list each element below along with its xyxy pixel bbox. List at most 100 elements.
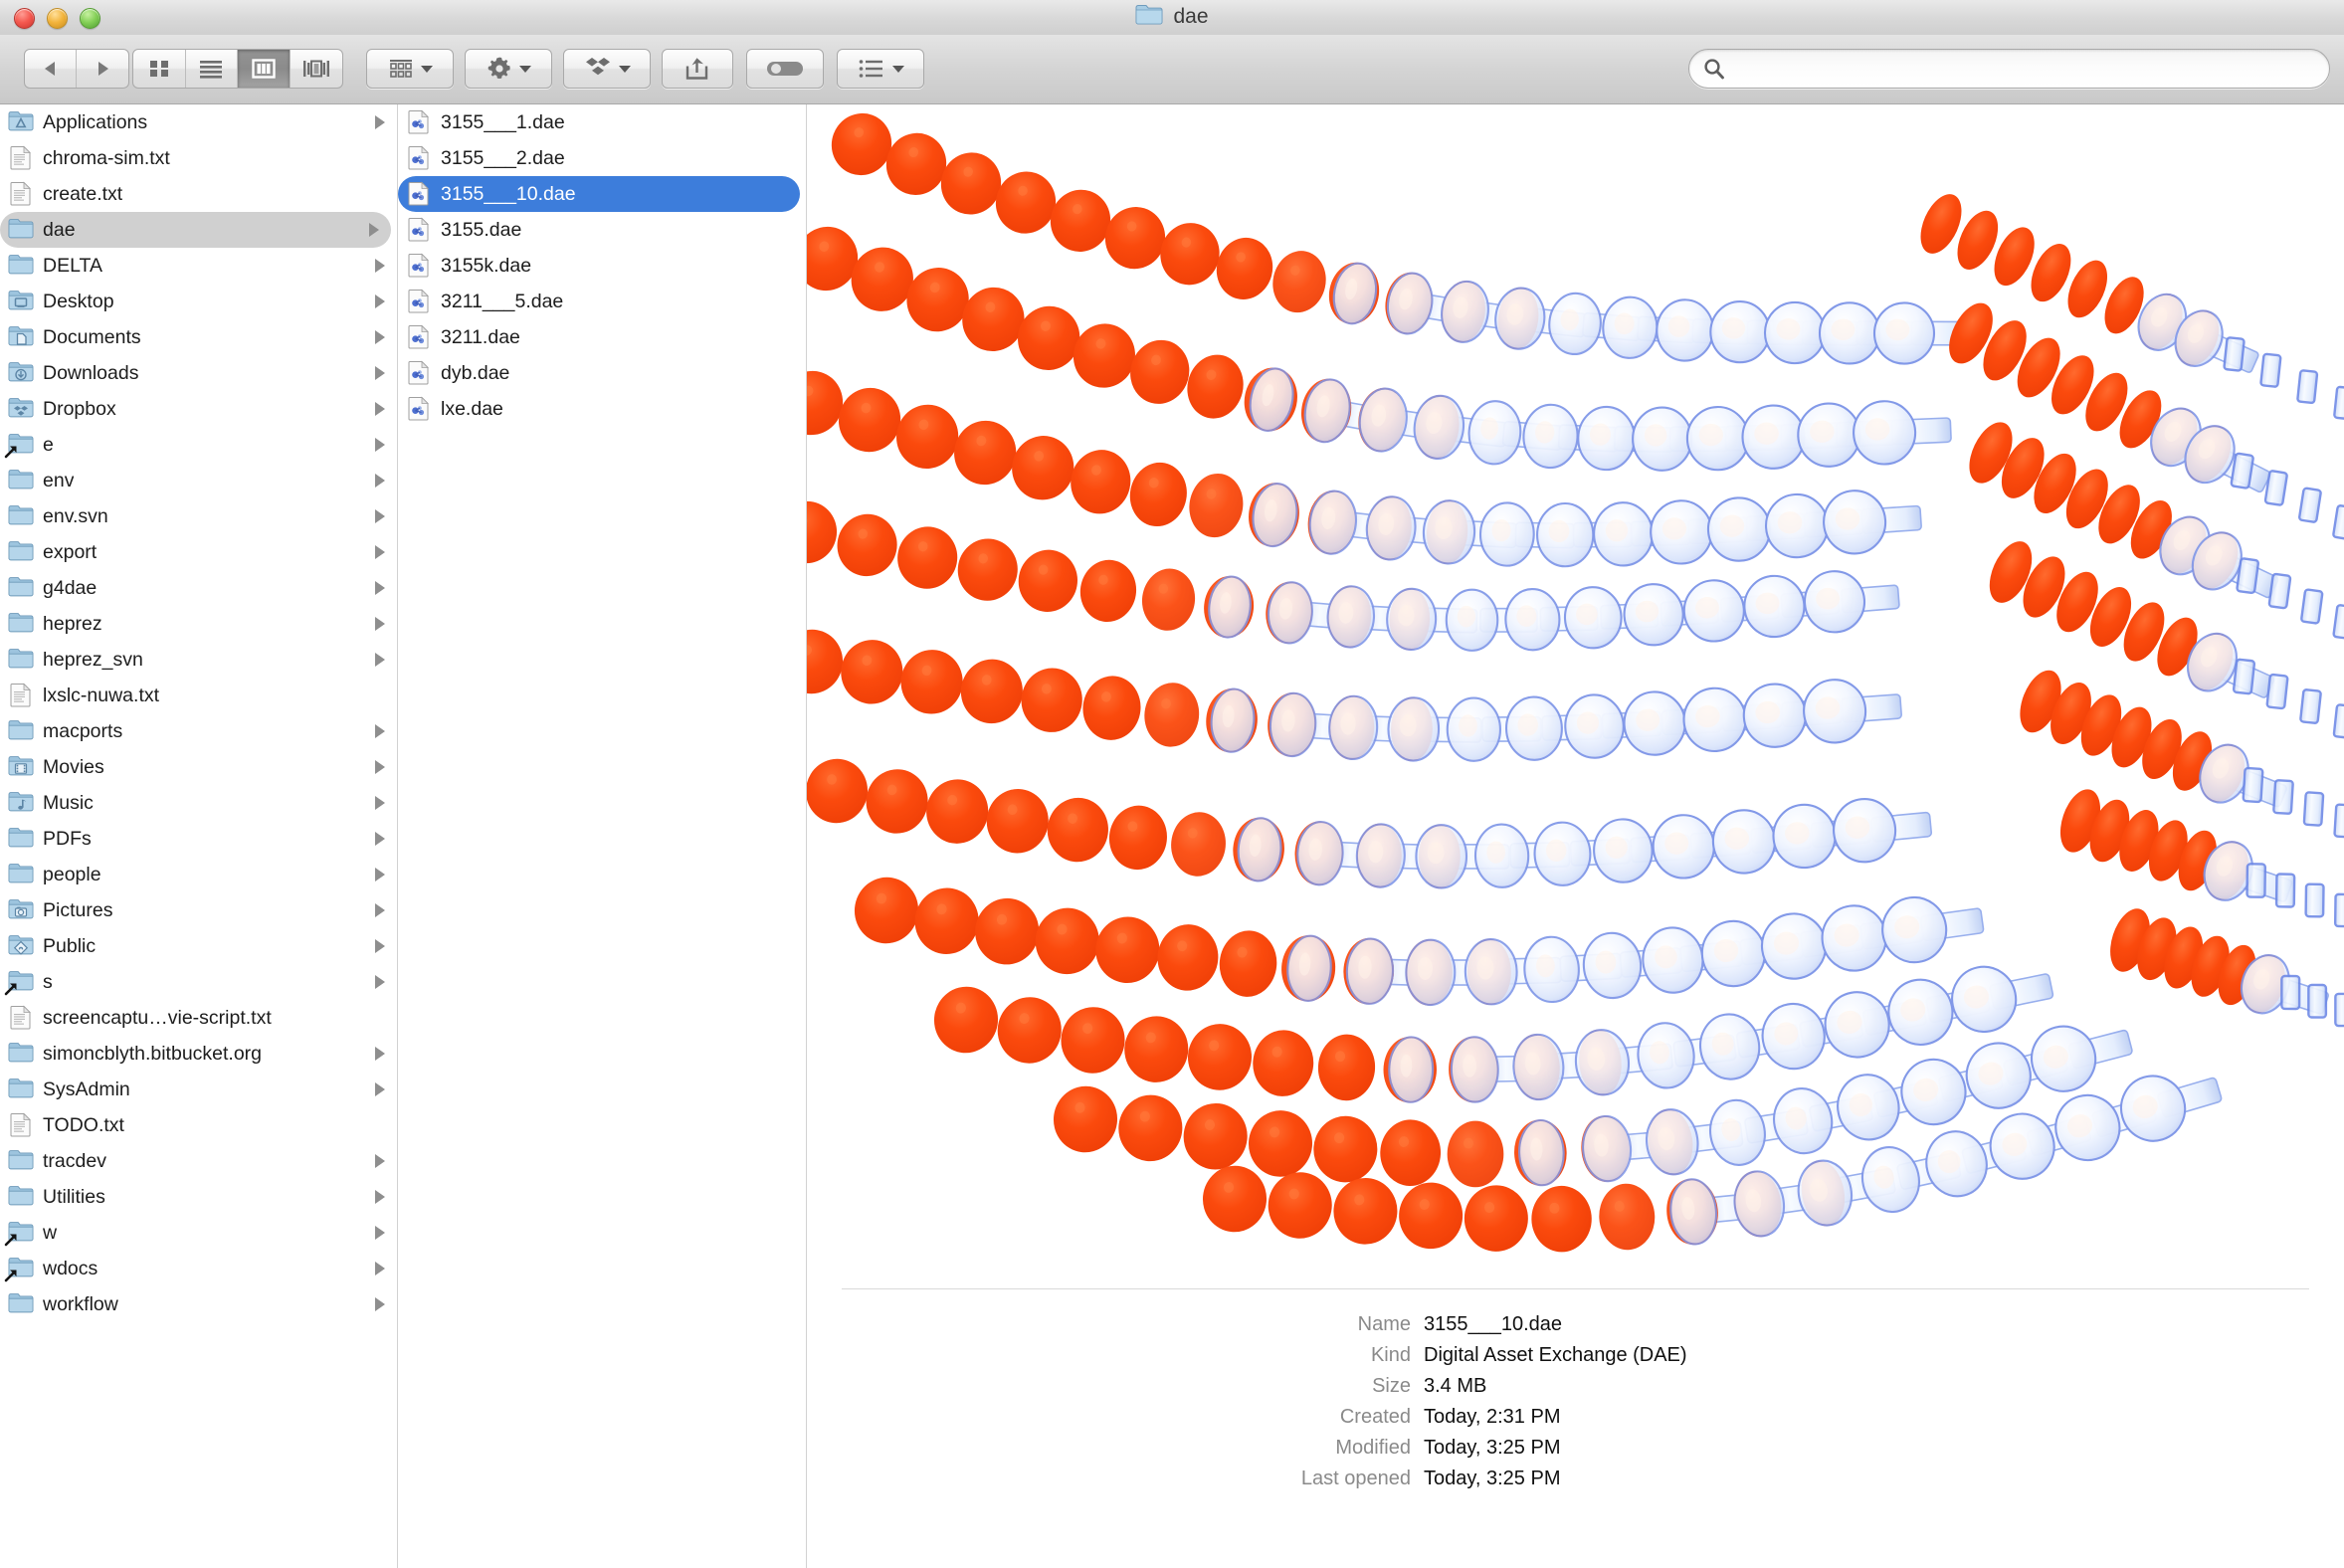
disclosure-triangle-icon[interactable] [375,581,385,595]
disclosure-triangle-icon[interactable] [375,1047,385,1061]
music-folder-icon [8,790,34,816]
disclosure-triangle-icon[interactable] [375,868,385,882]
list-item[interactable]: dyb.dae [398,355,806,391]
list-item-label: PDFs [43,827,92,850]
list-item[interactable]: people [0,857,397,892]
disclosure-triangle-icon[interactable] [375,259,385,273]
disclosure-triangle-icon[interactable] [375,438,385,452]
view-mode-segmented-control[interactable] [132,49,343,89]
list-item[interactable]: Applications [0,104,397,140]
dae-folder-column[interactable]: 3155___1.dae 3155___2.dae 3155___10.dae 315… [398,104,806,1568]
metadata-key: Created [1339,1406,1411,1428]
column-view-button[interactable] [238,50,291,88]
disclosure-triangle-icon[interactable] [375,653,385,667]
list-item[interactable]: env.svn [0,498,397,534]
list-item[interactable]: DELTA [0,248,397,284]
list-item[interactable]: lxe.dae [398,391,806,427]
back-button[interactable] [25,50,78,88]
list-view-button[interactable] [186,50,238,88]
search-field[interactable] [1688,49,2330,89]
forward-button[interactable] [77,50,128,88]
disclosure-triangle-icon[interactable] [375,724,385,738]
list-item[interactable]: lxslc-nuwa.txt [0,678,397,713]
list-item[interactable]: Documents [0,319,397,355]
list-item[interactable]: 3211.dae [398,319,806,355]
icon-view-button[interactable] [133,50,186,88]
list-item[interactable]: Desktop [0,284,397,319]
disclosure-triangle-icon[interactable] [375,760,385,774]
tags-button[interactable] [746,49,824,89]
list-item[interactable]: env [0,463,397,498]
disclosure-triangle-icon[interactable] [369,223,379,237]
list-item[interactable]: Pictures [0,892,397,928]
list-item[interactable]: Public [0,928,397,964]
disclosure-triangle-icon[interactable] [375,366,385,380]
list-item[interactable]: simoncblyth.bitbucket.org [0,1036,397,1072]
list-item[interactable]: Movies [0,749,397,785]
disclosure-triangle-icon[interactable] [375,1297,385,1311]
disclosure-triangle-icon[interactable] [375,545,385,559]
disclosure-triangle-icon[interactable] [375,1082,385,1096]
disclosure-triangle-icon[interactable] [375,402,385,416]
list-item[interactable]: PDFs [0,821,397,857]
disclosure-triangle-icon[interactable] [375,617,385,631]
list-item[interactable]: g4dae [0,570,397,606]
disclosure-triangle-icon[interactable] [375,294,385,308]
action-button[interactable] [465,49,552,89]
list-item[interactable]: 3155___2.dae [398,140,806,176]
list-item[interactable]: create.txt [0,176,397,212]
list-item[interactable]: 3211___5.dae [398,284,806,319]
disclosure-triangle-icon[interactable] [375,115,385,129]
disclosure-triangle-icon[interactable] [375,796,385,810]
list-item[interactable]: 3155k.dae [398,248,806,284]
disclosure-triangle-icon[interactable] [375,975,385,989]
minimize-button[interactable] [47,8,68,29]
coverflow-view-button[interactable] [291,50,343,88]
navigation-segmented-control[interactable] [24,49,129,89]
list-options-button[interactable] [837,49,924,89]
disclosure-triangle-icon[interactable] [375,330,385,344]
disclosure-triangle-icon[interactable] [375,939,385,953]
dae-file-icon [406,324,432,350]
list-item[interactable]: s [0,964,397,1000]
list-item[interactable]: 3155.dae [398,212,806,248]
list-item[interactable]: wdocs [0,1251,397,1286]
list-item[interactable]: Dropbox [0,391,397,427]
list-item[interactable]: macports [0,713,397,749]
disclosure-triangle-icon[interactable] [375,1154,385,1168]
list-item-label: lxe.dae [441,397,503,420]
list-item[interactable]: SysAdmin [0,1072,397,1107]
list-item[interactable]: 3155___1.dae [398,104,806,140]
list-item[interactable]: Downloads [0,355,397,391]
metadata-row: Size 3.4 MB [807,1375,2344,1398]
list-item[interactable]: heprez [0,606,397,642]
sidebar-column[interactable]: Applications chroma-sim.txt create.txt dae D… [0,104,397,1568]
disclosure-triangle-icon[interactable] [375,1190,385,1204]
disclosure-triangle-icon[interactable] [375,903,385,917]
share-button[interactable] [662,49,733,89]
list-item[interactable]: e [0,427,397,463]
list-item[interactable]: Utilities [0,1179,397,1215]
list-item-selected[interactable]: dae [0,212,391,248]
disclosure-triangle-icon[interactable] [375,509,385,523]
list-item[interactable]: TODO.txt [0,1107,397,1143]
arrange-button[interactable] [366,49,454,89]
disclosure-triangle-icon[interactable] [375,1262,385,1275]
list-item[interactable]: chroma-sim.txt [0,140,397,176]
list-item[interactable]: screencaptu…vie-script.txt [0,1000,397,1036]
search-input[interactable] [1733,57,2300,81]
zoom-button[interactable] [80,8,100,29]
list-item-selected[interactable]: 3155___10.dae [398,176,800,212]
disclosure-triangle-icon[interactable] [375,832,385,846]
disclosure-triangle-icon[interactable] [375,1226,385,1240]
list-item[interactable]: heprez_svn [0,642,397,678]
list-item[interactable]: tracdev [0,1143,397,1179]
list-item[interactable]: w [0,1215,397,1251]
list-item[interactable]: Music [0,785,397,821]
list-item[interactable]: workflow [0,1286,397,1322]
list-item-label: g4dae [43,576,98,599]
list-item[interactable]: export [0,534,397,570]
close-button[interactable] [14,8,35,29]
dropbox-button[interactable] [563,49,651,89]
disclosure-triangle-icon[interactable] [375,474,385,488]
